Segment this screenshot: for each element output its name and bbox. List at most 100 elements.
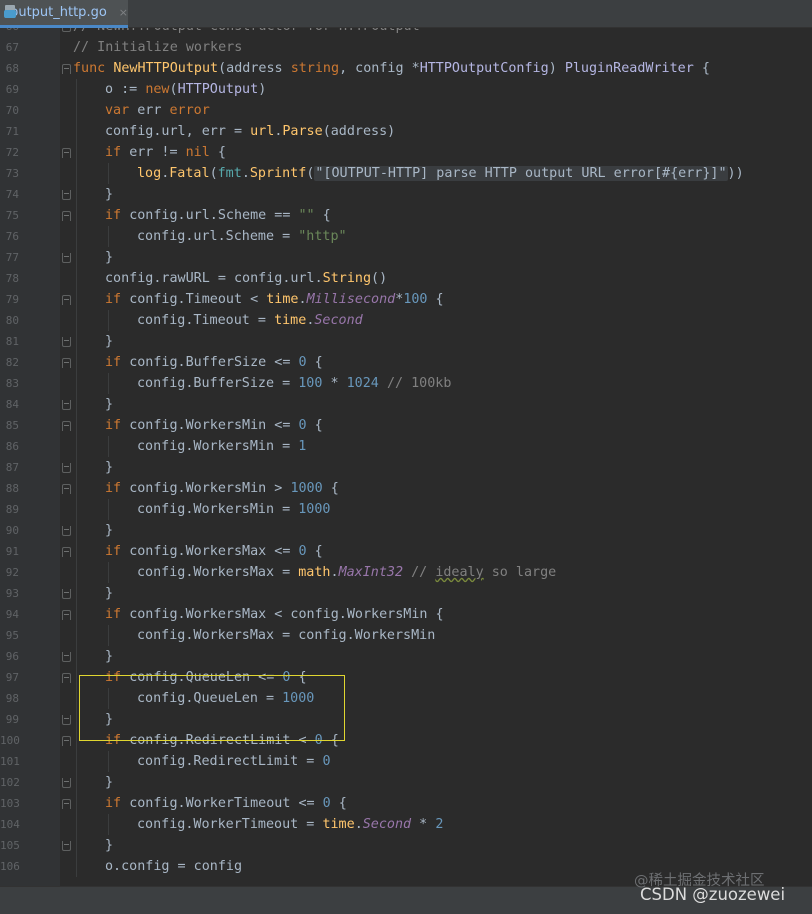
code-line[interactable]: 69 o := new(HTTPOutput) [0,79,812,100]
code-line[interactable]: 89 config.WorkersMin = 1000 [0,499,812,520]
line-number: 74 [5,188,19,201]
indent-guide [76,436,77,457]
code-line[interactable]: 76 config.url.Scheme = "http" [0,226,812,247]
code-text: config.url, err = url.Parse(address) [105,121,395,142]
fold-marker-icon[interactable] [62,778,71,788]
code-token: nil [185,145,210,160]
fold-marker-icon[interactable] [62,715,71,725]
fold-marker-icon[interactable] [62,652,71,662]
indent-guide [76,121,77,142]
indent-guide [108,751,109,772]
indent-guide [108,499,109,520]
code-line[interactable]: 104 config.WorkerTimeout = time.Second * … [0,814,812,835]
code-token: 1 [298,439,307,454]
code-line[interactable]: 79 if config.Timeout < time.Millisecond*1… [0,289,812,310]
code-line[interactable]: 72 if err != nil { [0,142,812,163]
line-number: 72 [5,146,19,159]
fold-marker-icon[interactable] [62,211,71,221]
code-line[interactable]: 87} [0,457,812,478]
indent-guide [76,373,77,394]
fold-marker-icon[interactable] [62,295,71,305]
code-token: time [266,292,299,307]
fold-marker-icon[interactable] [62,421,71,431]
fold-marker-icon[interactable] [62,64,71,74]
code-line[interactable]: 77} [0,247,812,268]
fold-marker-icon[interactable] [62,358,71,368]
line-number: 98 [5,692,19,705]
tab-output-http-go[interactable]: output_http.go × [0,0,128,28]
fold-marker-icon[interactable] [62,148,71,158]
fold-marker-icon[interactable] [62,463,71,473]
code-line[interactable]: 70 var err error [0,100,812,121]
code-text: o := new(HTTPOutput) [105,79,266,100]
code-token: if [105,796,130,811]
code-line[interactable]: 103 if config.WorkerTimeout <= 0 { [0,793,812,814]
fold-marker-icon[interactable] [62,190,71,200]
fold-marker-icon[interactable] [62,841,71,851]
code-token: PluginReadWriter [564,61,694,76]
indent-guide [76,751,77,772]
code-token: config.RedirectLimit = [137,754,323,769]
code-token: 0 [322,796,331,811]
code-line[interactable]: 74} [0,184,812,205]
code-line[interactable]: 88 if config.WorkersMin > 1000 { [0,478,812,499]
indent-guide [76,520,77,541]
code-line[interactable]: 105} [0,835,812,856]
code-token: } [105,838,114,853]
indent-guide [76,793,77,814]
fold-marker-icon[interactable] [62,736,71,746]
code-text: config.WorkersMax = config.WorkersMin [137,625,435,646]
code-line[interactable]: 71 config.url, err = url.Parse(address) [0,121,812,142]
code-token: () [371,271,388,286]
code-line[interactable]: 94 if config.WorkersMax < config.WorkersM… [0,604,812,625]
code-text: config.rawURL = config.url.String() [105,268,387,289]
fold-marker-icon[interactable] [62,28,71,32]
code-line[interactable]: 68 func NewHTTPOutput(address string, con… [0,58,812,79]
code-token: config.Timeout = [137,313,275,328]
code-line[interactable]: 93} [0,583,812,604]
code-token: err [137,103,170,118]
code-token: NewHTTPOutput [113,61,219,76]
code-line[interactable]: 96} [0,646,812,667]
code-line[interactable]: 83 config.BufferSize = 100 * 1024 // 100k… [0,373,812,394]
fold-marker-icon[interactable] [62,337,71,347]
fold-marker-icon[interactable] [62,610,71,620]
fold-marker-icon[interactable] [62,589,71,599]
fold-marker-icon[interactable] [62,400,71,410]
code-line[interactable]: 85 if config.WorkersMin <= 0 { [0,415,812,436]
code-editor[interactable]: 66 // NewHTTPOutput constructor for HTTPO… [0,28,812,886]
fold-marker-icon[interactable] [62,799,71,809]
code-line[interactable]: 86 config.WorkersMin = 1 [0,436,812,457]
code-text: config.WorkersMin = 1000 [137,499,331,520]
code-token: if [105,481,130,496]
close-icon[interactable]: × [119,6,128,19]
line-number: 81 [5,335,19,348]
code-line[interactable]: 95 config.WorkersMax = config.WorkersMin [0,625,812,646]
code-line[interactable]: 78 config.rawURL = config.url.String() [0,268,812,289]
code-line[interactable]: 92 config.WorkersMax = math.MaxInt32 // i… [0,562,812,583]
fold-marker-icon[interactable] [62,547,71,557]
code-line[interactable]: 101 config.RedirectLimit = 0 [0,751,812,772]
code-line[interactable]: 80 config.Timeout = time.Second [0,310,812,331]
fold-marker-icon[interactable] [62,484,71,494]
code-line[interactable]: 66 // NewHTTPOutput constructor for HTTPO… [0,28,812,37]
code-text: config.BufferSize = 100 * 1024 // 100kb [137,373,451,394]
code-text: config.url.Scheme = "http" [137,226,347,247]
code-line[interactable]: 73 log.Fatal(fmt.Sprintf("[OUTPUT-HTTP] p… [0,163,812,184]
fold-marker-icon[interactable] [62,253,71,263]
code-line[interactable]: 91 if config.WorkersMax <= 0 { [0,541,812,562]
fold-marker-icon[interactable] [62,673,71,683]
code-line[interactable]: 90} [0,520,812,541]
code-line[interactable]: 84} [0,394,812,415]
code-token: config.WorkerTimeout = [137,817,323,832]
fold-marker-icon[interactable] [62,526,71,536]
code-line[interactable]: 67 // Initialize workers [0,37,812,58]
code-line[interactable]: 82 if config.BufferSize <= 0 { [0,352,812,373]
code-line[interactable]: 81} [0,331,812,352]
code-token: // [411,565,436,580]
code-token: if [105,208,130,223]
code-line[interactable]: 75 if config.url.Scheme == "" { [0,205,812,226]
indent-guide [76,205,77,226]
code-token: fmt [217,166,242,181]
code-line[interactable]: 102} [0,772,812,793]
